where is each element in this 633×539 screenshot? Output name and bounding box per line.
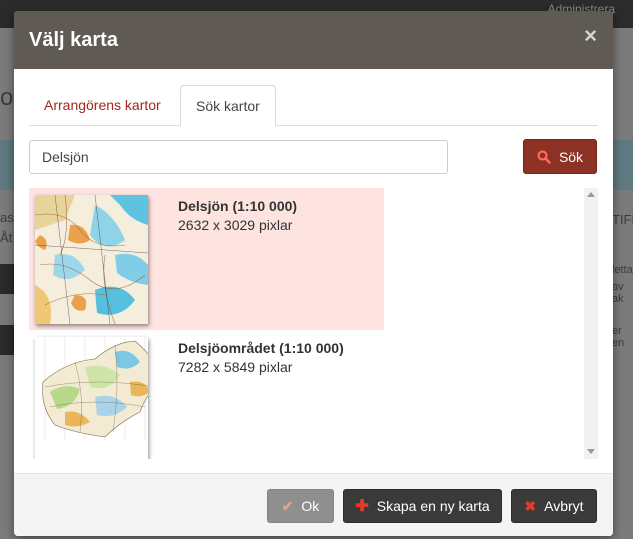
background-dark-block	[0, 325, 14, 355]
map-result-name: Delsjön (1:10 000)	[178, 198, 298, 214]
map-result-item[interactable]: Delsjön (1:10 000) 2632 x 3029 pixlar	[29, 188, 384, 330]
background-text: Åt	[0, 230, 13, 245]
map-result-item[interactable]: Delsjöområdet (1:10 000) 7282 x 5849 pix…	[29, 330, 384, 459]
plus-icon: ✚	[355, 498, 369, 515]
map-result-name: Delsjöområdet (1:10 000)	[178, 340, 344, 356]
create-new-map-button[interactable]: ✚ Skapa en ny karta	[343, 489, 502, 523]
scroll-down-arrow-icon[interactable]	[587, 449, 595, 454]
search-input[interactable]	[29, 140, 448, 174]
tab-search-maps[interactable]: Sök kartor	[180, 85, 276, 127]
check-icon: ✔	[281, 497, 294, 514]
background-text: letta	[612, 264, 633, 276]
ok-button[interactable]: ✔ Ok	[267, 489, 334, 523]
cancel-button-label: Avbryt	[544, 498, 584, 514]
close-icon: ✖	[524, 497, 537, 514]
background-text: TIFF	[612, 212, 633, 227]
search-button[interactable]: Sök	[523, 139, 597, 174]
map-result-size: 7282 x 5849 pixlar	[178, 359, 293, 375]
dialog-footer: ✔ Ok ✚ Skapa en ny karta ✖ Avbryt	[14, 473, 613, 536]
map-thumbnail	[35, 195, 148, 324]
background-text: av ak	[612, 281, 624, 305]
tab-bar: Arrangörens kartor Sök kartor	[29, 85, 598, 127]
tab-organizer-maps[interactable]: Arrangörens kartor	[29, 85, 176, 126]
background-text: as	[0, 210, 14, 225]
map-result-size: 2632 x 3029 pixlar	[178, 217, 293, 233]
close-icon[interactable]: ×	[584, 23, 597, 49]
search-icon	[537, 149, 551, 164]
background-dark-block	[0, 264, 14, 294]
choose-map-dialog: Välj karta × Arrangörens kartor Sök kart…	[14, 11, 613, 536]
dialog-title: Välj karta	[29, 29, 118, 51]
scroll-up-arrow-icon[interactable]	[587, 192, 595, 197]
search-button-label: Sök	[558, 148, 584, 165]
cancel-button[interactable]: ✖ Avbryt	[511, 489, 597, 523]
dialog-header: Välj karta ×	[14, 11, 613, 69]
map-results-list: Delsjön (1:10 000) 2632 x 3029 pixlar De…	[29, 188, 598, 459]
results-scrollbar[interactable]	[584, 188, 598, 459]
create-new-map-label: Skapa en ny karta	[376, 498, 490, 514]
background-text: er en	[612, 325, 625, 349]
map-thumbnail	[35, 337, 148, 459]
ok-button-label: Ok	[301, 498, 320, 514]
